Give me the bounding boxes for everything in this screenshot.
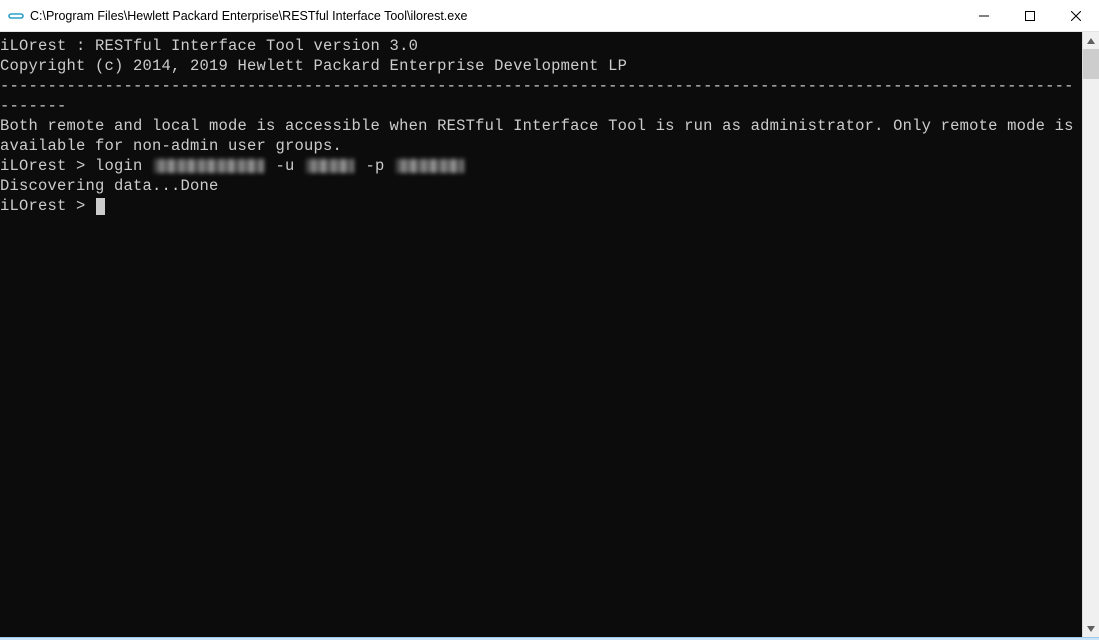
login-command-line: iLOrest > login -u -p <box>0 157 466 175</box>
close-icon <box>1071 11 1081 21</box>
scroll-up-button[interactable] <box>1083 32 1099 49</box>
minimize-button[interactable] <box>961 0 1007 32</box>
terminal-output[interactable]: iLOrest : RESTful Interface Tool version… <box>0 32 1082 637</box>
redacted-password <box>396 159 464 173</box>
banner-line-1: iLOrest : RESTful Interface Tool version… <box>0 37 418 55</box>
prompt-login-prefix: iLOrest > login <box>0 157 152 175</box>
text-cursor <box>96 198 105 215</box>
chevron-up-icon <box>1087 38 1095 44</box>
maximize-button[interactable] <box>1007 0 1053 32</box>
flag-p: -p <box>356 157 394 175</box>
chevron-down-icon <box>1087 626 1095 632</box>
separator-line: ----------------------------------------… <box>0 77 1074 115</box>
window-title: C:\Program Files\Hewlett Packard Enterpr… <box>30 9 961 23</box>
scroll-track[interactable] <box>1083 49 1099 620</box>
client-area: iLOrest : RESTful Interface Tool version… <box>0 32 1099 637</box>
scroll-down-button[interactable] <box>1083 620 1099 637</box>
app-icon <box>8 8 24 24</box>
info-line: Both remote and local mode is accessible… <box>0 117 1082 155</box>
vertical-scrollbar[interactable] <box>1082 32 1099 637</box>
maximize-icon <box>1025 11 1035 21</box>
application-window: C:\Program Files\Hewlett Packard Enterpr… <box>0 0 1099 640</box>
scroll-thumb[interactable] <box>1083 49 1099 79</box>
minimize-icon <box>979 11 989 21</box>
window-controls <box>961 0 1099 31</box>
prompt-idle: iLOrest > <box>0 197 95 215</box>
redacted-host <box>154 159 264 173</box>
discover-line: Discovering data...Done <box>0 177 219 195</box>
redacted-username <box>306 159 354 173</box>
flag-u: -u <box>266 157 304 175</box>
titlebar[interactable]: C:\Program Files\Hewlett Packard Enterpr… <box>0 0 1099 32</box>
close-button[interactable] <box>1053 0 1099 32</box>
banner-line-2: Copyright (c) 2014, 2019 Hewlett Packard… <box>0 57 627 75</box>
